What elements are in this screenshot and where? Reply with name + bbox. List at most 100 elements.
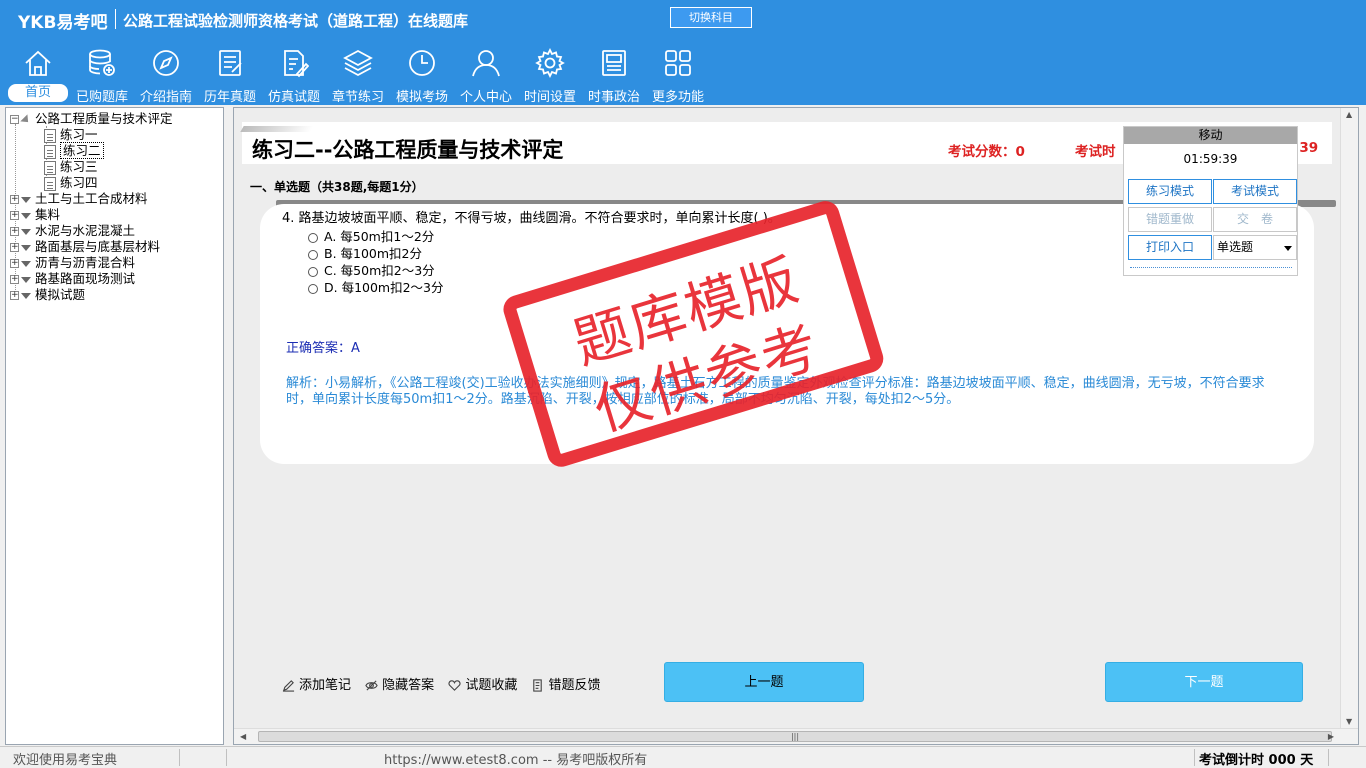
- nav-label: 模拟考场: [395, 90, 448, 105]
- tree-node-label: 水泥与水泥混凝土: [35, 223, 136, 238]
- expand-icon[interactable]: +: [10, 211, 19, 220]
- expand-icon[interactable]: +: [10, 227, 19, 236]
- document-search-icon: [44, 144, 56, 159]
- print-button[interactable]: 打印入口: [1128, 235, 1212, 260]
- tree-item-exercise-3[interactable]: 练习三: [44, 159, 98, 175]
- tree-node-aggregate[interactable]: + 集料: [10, 207, 60, 223]
- tree-node-label: 路基路面现场测试: [35, 271, 136, 286]
- home-icon: [25, 50, 51, 76]
- question-type-select[interactable]: 单选题: [1213, 235, 1297, 260]
- add-note-button[interactable]: 添加笔记: [282, 674, 351, 693]
- nav-current-affairs[interactable]: 时事政治: [582, 46, 646, 105]
- status-welcome: 欢迎使用易考宝典: [13, 753, 118, 768]
- nav-label: 更多功能: [651, 90, 704, 105]
- status-countdown: 考试倒计时 000 天: [1199, 753, 1314, 768]
- tree-node-mock[interactable]: + 模拟试题: [10, 287, 85, 303]
- nav-mock-questions[interactable]: 仿真试题: [262, 46, 326, 105]
- panel-drag-handle[interactable]: 移动: [1124, 127, 1297, 144]
- expand-icon[interactable]: +: [10, 275, 19, 284]
- status-divider: [226, 749, 227, 766]
- collapsed-arrow-icon: [21, 292, 31, 299]
- action-label: 添加笔记: [299, 678, 352, 693]
- report-icon: [533, 679, 543, 692]
- tree-node-root[interactable]: − 公路工程质量与技术评定: [10, 111, 173, 127]
- list-doc-icon: [219, 50, 242, 76]
- status-bar: 欢迎使用易考宝典 https://www.etest8.com -- 易考吧版权…: [0, 746, 1366, 768]
- nav-time-settings[interactable]: 时间设置: [518, 46, 582, 105]
- horizontal-scrollbar[interactable]: ◀ ||| ▶: [234, 728, 1358, 744]
- exam-mode-button[interactable]: 考试模式: [1213, 179, 1297, 204]
- tree-item-label: 练习四: [60, 175, 98, 190]
- tree-node-field-test[interactable]: + 路基路面现场测试: [10, 271, 135, 287]
- expand-icon[interactable]: +: [10, 259, 19, 268]
- tree-node-label: 公路工程质量与技术评定: [35, 111, 173, 126]
- switch-subject-button[interactable]: 切换科目: [670, 7, 752, 28]
- scrollbar-thumb[interactable]: |||: [258, 731, 1332, 742]
- vertical-scrollbar[interactable]: ▲ ▼: [1340, 108, 1358, 728]
- radio-icon[interactable]: [308, 283, 318, 294]
- nav-chapter-practice[interactable]: 章节练习: [326, 46, 390, 105]
- nav-purchased[interactable]: 已购题库: [70, 46, 134, 105]
- radio-icon[interactable]: [308, 266, 318, 277]
- collapse-icon[interactable]: −: [10, 115, 19, 124]
- scroll-down-icon[interactable]: ▼: [1346, 717, 1352, 726]
- expand-icon[interactable]: +: [10, 243, 19, 252]
- question-actions: 添加笔记 隐藏答案 试题收藏 错题反馈: [282, 674, 610, 693]
- correct-answer: 正确答案：A: [286, 341, 360, 356]
- action-label: 隐藏答案: [382, 678, 435, 693]
- nav-personal-center[interactable]: 个人中心: [454, 46, 518, 105]
- tree-node-asphalt[interactable]: + 沥青与沥青混合料: [10, 255, 135, 271]
- option-label: C. 每50m扣2～3分: [324, 263, 435, 278]
- tree-item-exercise-2[interactable]: 练习二: [44, 142, 104, 159]
- scroll-left-icon[interactable]: ◀: [240, 732, 246, 741]
- expand-icon[interactable]: +: [10, 291, 19, 300]
- next-question-button[interactable]: 下一题: [1105, 662, 1303, 702]
- pencil-icon: [282, 680, 295, 692]
- previous-question-button[interactable]: 上一题: [664, 662, 864, 702]
- scroll-right-icon[interactable]: ▶: [1328, 732, 1334, 741]
- report-error-button[interactable]: 错题反馈: [531, 674, 600, 693]
- nav-mock-exam[interactable]: 模拟考场: [390, 46, 454, 105]
- tree-node-label: 土工与土工合成材料: [35, 191, 148, 206]
- status-copyright: https://www.etest8.com -- 易考吧版权所有: [384, 753, 648, 768]
- chevron-down-icon: [1284, 246, 1292, 251]
- submit-paper-button[interactable]: 交 卷: [1213, 207, 1297, 232]
- radio-icon[interactable]: [308, 249, 318, 260]
- logo-divider: [115, 9, 116, 29]
- hide-answer-button[interactable]: 隐藏答案: [365, 674, 434, 693]
- nav-label: 时间设置: [523, 90, 576, 105]
- nav-past-exams[interactable]: 历年真题: [198, 46, 262, 105]
- status-divider: [1328, 749, 1329, 766]
- question-text: 4. 路基边坡坡面平顺、稳定，不得亏坡，曲线圆滑。不符合要求时，单向累计长度( …: [282, 211, 781, 226]
- nav-label: 仿真试题: [267, 90, 320, 105]
- user-icon: [472, 50, 500, 77]
- nav-guide[interactable]: 介绍指南: [134, 46, 198, 105]
- action-label: 错题反馈: [548, 678, 601, 693]
- nav-home[interactable]: 首页: [6, 46, 70, 104]
- tree-item-exercise-1[interactable]: 练习一: [44, 127, 98, 143]
- clock-icon: [409, 50, 435, 76]
- app-header: YKB易考吧 公路工程试验检测师资格考试（道路工程）在线题库 切换科目 首页 已…: [0, 0, 1366, 105]
- scroll-up-icon[interactable]: ▲: [1346, 110, 1352, 119]
- practice-mode-button[interactable]: 练习模式: [1128, 179, 1212, 204]
- nav-label: 已购题库: [75, 90, 128, 105]
- status-divider: [179, 749, 180, 766]
- title-decoration: [240, 126, 314, 132]
- tree-node-base-course[interactable]: + 路面基层与底基层材料: [10, 239, 160, 255]
- expand-icon[interactable]: +: [10, 195, 19, 204]
- section-title: 一、单选题（共38题,每题1分）: [250, 180, 424, 194]
- database-icon: [89, 49, 115, 76]
- nav-more[interactable]: 更多功能: [646, 46, 710, 105]
- tree-node-label: 模拟试题: [35, 287, 86, 302]
- layers-icon: [343, 49, 373, 77]
- radio-icon[interactable]: [308, 232, 318, 243]
- tree-node-geotech[interactable]: + 土工与土工合成材料: [10, 191, 148, 207]
- tree-item-exercise-4[interactable]: 练习四: [44, 175, 98, 191]
- gear-icon: [535, 48, 565, 78]
- panel-timer: 01:59:39: [1183, 152, 1238, 166]
- option-d[interactable]: D. 每100m扣2～3分: [308, 277, 444, 296]
- nav-label: 个人中心: [459, 90, 512, 105]
- favorite-button[interactable]: 试题收藏: [448, 674, 517, 693]
- redo-wrong-button[interactable]: 错题重做: [1128, 207, 1212, 232]
- tree-node-cement[interactable]: + 水泥与水泥混凝土: [10, 223, 135, 239]
